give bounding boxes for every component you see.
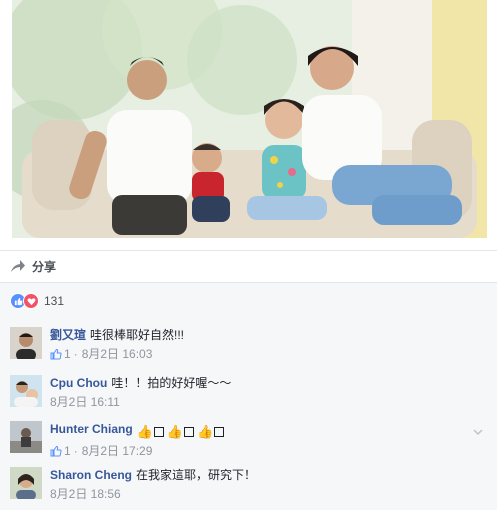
- comment-like-count: 1: [64, 347, 71, 361]
- comment-timestamp[interactable]: 8月2日 16:03: [82, 346, 153, 362]
- comment-text: 在我家這耶，研究下！: [136, 468, 257, 482]
- share-arrow-icon: [10, 259, 26, 273]
- post-photo[interactable]: [12, 0, 487, 238]
- chevron-down-icon[interactable]: [472, 425, 484, 437]
- photo-divider: [0, 250, 497, 251]
- comment-item: Cpu Chou 哇！！拍的好好喔～～ 8月2日 16:11: [10, 375, 490, 413]
- missing-glyph-box-icon: [153, 427, 164, 437]
- thumbs-up-emoji-icon: 👍: [166, 424, 184, 439]
- thumbs-up-emoji-icon: 👍: [197, 424, 214, 439]
- love-icon: [23, 293, 39, 309]
- comment-timestamp[interactable]: 8月2日 16:11: [50, 394, 120, 410]
- like-icon: [50, 445, 62, 457]
- avatar[interactable]: [10, 327, 42, 359]
- post-photo-frame: [0, 0, 497, 250]
- comment-author[interactable]: Sharon Cheng: [50, 468, 132, 482]
- comment-author[interactable]: 劉又瑄: [50, 328, 86, 342]
- comment-author[interactable]: Hunter Chiang: [50, 422, 133, 436]
- thumbs-up-emoji-icon: 👍: [136, 424, 153, 439]
- comment-timestamp[interactable]: 8月2日 18:56: [50, 486, 121, 502]
- avatar[interactable]: [10, 467, 42, 499]
- like-icon: [50, 348, 62, 360]
- comment-text: 哇很棒耶好自然!!!: [90, 328, 185, 342]
- comment-item: Sharon Cheng 在我家這耶，研究下！ 8月2日 18:56: [10, 467, 490, 505]
- share-button[interactable]: 分享: [10, 257, 56, 275]
- comment-item: Hunter Chiang 👍 👍 👍 1 · 8月2日 17:29: [10, 421, 490, 459]
- comment-text: 哇！！拍的好好喔～～: [111, 376, 232, 390]
- comments-section: 131 劉又瑄 哇很棒耶好自然!!! 1 · 8月2日 16:03 Cpu Cho…: [0, 283, 497, 510]
- reaction-count[interactable]: 131: [44, 294, 64, 308]
- comment-item: 劉又瑄 哇很棒耶好自然!!! 1 · 8月2日 16:03: [10, 327, 490, 365]
- comment-emoji-sequence: 👍 👍 👍: [137, 424, 227, 440]
- reaction-summary[interactable]: 131: [10, 292, 64, 310]
- missing-glyph-box-icon: [184, 427, 195, 437]
- missing-glyph-box-icon: [214, 427, 225, 437]
- comment-like-count: 1: [64, 444, 71, 458]
- share-label: 分享: [32, 259, 57, 274]
- comment-timestamp[interactable]: 8月2日 17:29: [82, 443, 153, 459]
- avatar[interactable]: [10, 421, 42, 453]
- family-photo-illustration: [12, 0, 487, 238]
- comment-author[interactable]: Cpu Chou: [50, 376, 107, 390]
- avatar[interactable]: [10, 375, 42, 407]
